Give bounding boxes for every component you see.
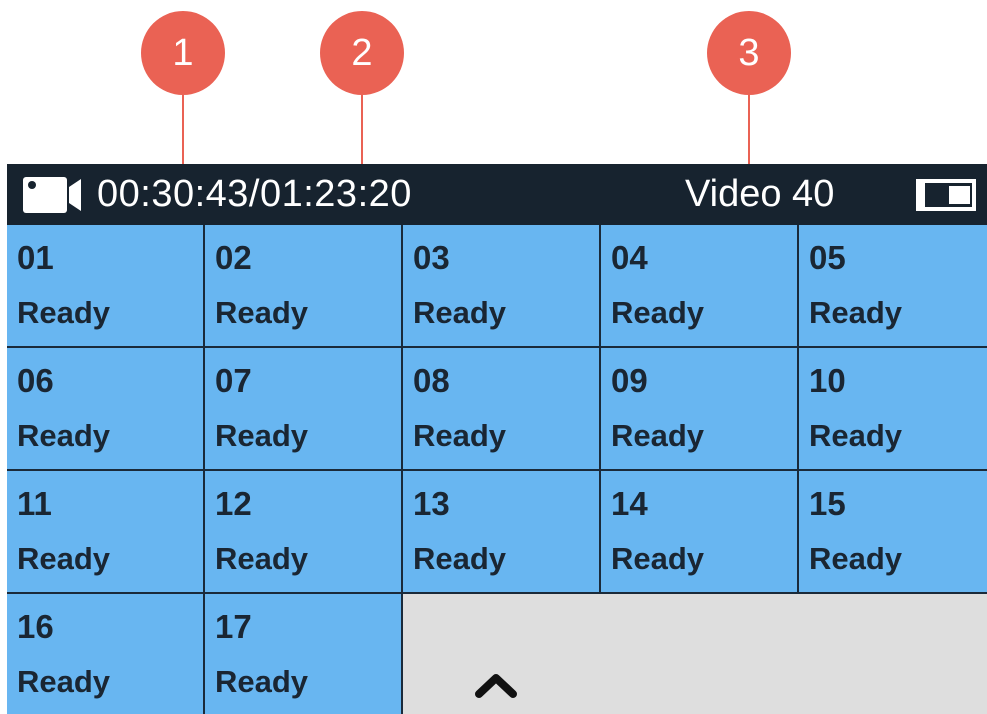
slot-number: 16	[17, 608, 54, 645]
callout-leader-1	[182, 95, 184, 166]
slot-number: 03	[413, 239, 450, 276]
status-bar: 00:30:43/01:23:20 Video 40	[7, 164, 987, 225]
callout-marker-3: 3	[707, 11, 791, 95]
callout-number: 2	[320, 11, 404, 95]
slot-status: Ready	[215, 418, 309, 453]
chevron-up-icon[interactable]	[474, 671, 518, 704]
slot-status: Ready	[809, 418, 903, 453]
slot-status: Ready	[413, 541, 507, 576]
slot-status: Ready	[215, 295, 309, 330]
callout-leader-3	[748, 95, 750, 166]
slot-status: Ready	[17, 664, 111, 699]
slot-number: 11	[17, 485, 52, 522]
slot-03[interactable]: 03 Ready	[403, 225, 601, 348]
slot-number: 08	[413, 362, 450, 399]
slot-number: 13	[413, 485, 450, 522]
slot-15[interactable]: 15 Ready	[799, 471, 987, 594]
slot-status: Ready	[611, 295, 705, 330]
slot-02[interactable]: 02 Ready	[205, 225, 403, 348]
device-screen: 1 2 3 00:30:43/01:23:20 Video 40 01 Ready	[0, 0, 987, 714]
slot-05[interactable]: 05 Ready	[799, 225, 987, 348]
slot-number: 15	[809, 485, 846, 522]
slot-status: Ready	[215, 541, 309, 576]
battery-icon	[915, 179, 977, 216]
slot-number: 02	[215, 239, 252, 276]
slot-01[interactable]: 01 Ready	[7, 225, 205, 348]
slot-09[interactable]: 09 Ready	[601, 348, 799, 471]
slot-status: Ready	[611, 541, 705, 576]
slot-17[interactable]: 17 Ready	[205, 594, 403, 714]
recording-timecode: 00:30:43/01:23:20	[97, 173, 412, 215]
callout-marker-2: 2	[320, 11, 404, 95]
slot-status: Ready	[611, 418, 705, 453]
slot-grid: 01 Ready 02 Ready 03 Ready 04 Ready 05 Ready 06 Rea…	[7, 225, 987, 714]
slot-status: Ready	[413, 418, 507, 453]
video-number-label: Video 40	[685, 173, 835, 215]
slot-number: 06	[17, 362, 54, 399]
slot-06[interactable]: 06 Ready	[7, 348, 205, 471]
slot-status: Ready	[809, 295, 903, 330]
slot-number: 10	[809, 362, 846, 399]
slot-status: Ready	[17, 295, 111, 330]
slot-12[interactable]: 12 Ready	[205, 471, 403, 594]
slot-07[interactable]: 07 Ready	[205, 348, 403, 471]
slot-number: 07	[215, 362, 252, 399]
callout-number: 1	[141, 11, 225, 95]
video-camera-icon	[23, 177, 85, 218]
slot-14[interactable]: 14 Ready	[601, 471, 799, 594]
slot-number: 01	[17, 239, 54, 276]
slot-10[interactable]: 10 Ready	[799, 348, 987, 471]
slot-11[interactable]: 11 Ready	[7, 471, 205, 594]
callout-leader-2	[361, 95, 363, 166]
callout-number: 3	[707, 11, 791, 95]
slot-number: 14	[611, 485, 648, 522]
slot-status: Ready	[17, 418, 111, 453]
slot-status: Ready	[809, 541, 903, 576]
slot-04[interactable]: 04 Ready	[601, 225, 799, 348]
slot-number: 12	[215, 485, 252, 522]
slot-08[interactable]: 08 Ready	[403, 348, 601, 471]
slot-status: Ready	[413, 295, 507, 330]
slot-status: Ready	[215, 664, 309, 699]
slot-number: 09	[611, 362, 648, 399]
slot-16[interactable]: 16 Ready	[7, 594, 205, 714]
slot-number: 17	[215, 608, 252, 645]
slot-number: 05	[809, 239, 846, 276]
slot-number: 04	[611, 239, 648, 276]
callout-marker-1: 1	[141, 11, 225, 95]
slot-status: Ready	[17, 541, 111, 576]
slot-13[interactable]: 13 Ready	[403, 471, 601, 594]
